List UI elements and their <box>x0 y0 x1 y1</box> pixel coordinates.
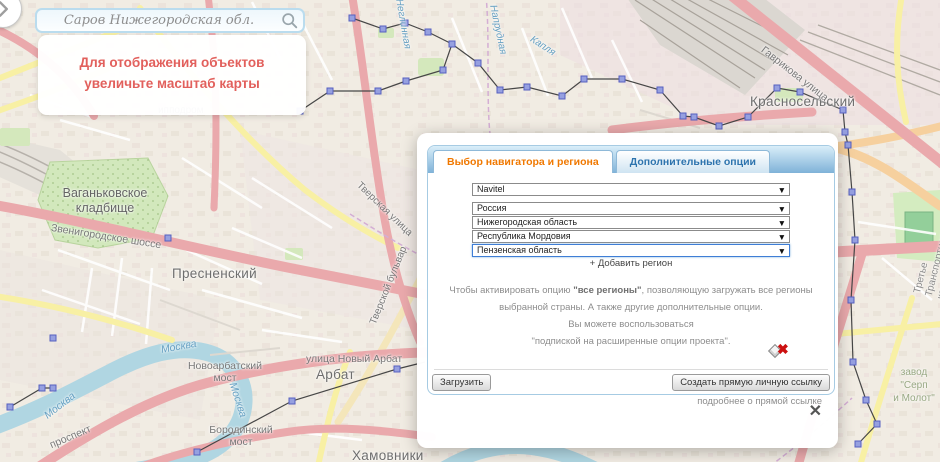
close-icon[interactable]: ✕ <box>809 404 822 420</box>
select-region-3-value: Пензенская область <box>477 245 562 255</box>
info-line-1: Чтобы активировать опцию "все регионы", … <box>438 285 824 296</box>
search-box <box>35 8 305 33</box>
dialog-separator <box>434 369 828 370</box>
select-region-2[interactable]: Республика Мордовия ▼ <box>472 230 790 243</box>
tab-navigator-region[interactable]: Выбор навигатора и региона <box>433 150 613 173</box>
dropdown-arrow-icon: ▼ <box>778 218 786 228</box>
region-selects: Navitel ▼ Россия ▼ Нижегородская область… <box>428 183 834 258</box>
dropdown-arrow-icon: ▼ <box>778 204 786 214</box>
select-region-2-value: Республика Мордовия <box>477 231 571 241</box>
download-dialog: Выбор навигатора и региона Дополнительны… <box>417 133 838 448</box>
dropdown-arrow-icon: ▼ <box>778 185 786 195</box>
dropdown-arrow-icon: ▼ <box>778 246 786 256</box>
select-country-value: Россия <box>477 203 507 213</box>
search-input[interactable] <box>41 10 277 31</box>
search-icon[interactable] <box>281 12 298 29</box>
select-country[interactable]: Россия ▼ <box>472 202 790 215</box>
direct-link-details-link[interactable]: подробнее о прямой ссылке <box>697 396 822 407</box>
info-line1-bold: "все регионы" <box>573 285 641 296</box>
info-line-4: "подпиской на расширенные опции проекта"… <box>438 336 824 347</box>
info-line-3: Вы можете воспользоваться <box>438 319 824 330</box>
zoom-notice-line2: увеличьте масштаб карты <box>38 73 306 94</box>
create-link-button[interactable]: Создать прямую личную ссылку <box>672 374 830 391</box>
select-region-1-value: Нижегородская область <box>477 217 577 227</box>
info-line1-prefix: Чтобы активировать опцию <box>449 285 573 296</box>
dialog-tabbar: Выбор навигатора и региона Дополнительны… <box>428 146 834 173</box>
map-app: Красносельский Гаврикова улица Ваганьков… <box>0 0 940 462</box>
select-region-1[interactable]: Нижегородская область ▼ <box>472 216 790 229</box>
info-line-2: выбранной страны. А также другие дополни… <box>438 302 824 313</box>
select-navigator-value: Navitel <box>477 184 505 194</box>
dialog-buttons: Загрузить Создать прямую личную ссылку <box>432 374 830 391</box>
broken-image-icon: ✖ <box>769 340 795 364</box>
dialog-info-text: Чтобы активировать опцию "все регионы", … <box>438 285 824 353</box>
select-navigator[interactable]: Navitel ▼ <box>472 183 790 196</box>
add-region-link[interactable]: + Добавить регион <box>428 258 834 269</box>
select-region-3[interactable]: Пензенская область ▼ <box>472 244 790 257</box>
info-line1-suffix: , позволяющую загружать все регионы <box>642 285 813 296</box>
panel-expand-button[interactable] <box>0 0 22 28</box>
tab-extra-options[interactable]: Дополнительные опции <box>616 150 770 173</box>
chevron-right-icon <box>0 0 21 27</box>
broken-image-red-x: ✖ <box>777 341 789 357</box>
zoom-notice-line1: Для отображения объектов <box>38 52 306 73</box>
zoom-notice: Для отображения объектов увеличьте масшт… <box>38 35 306 115</box>
dropdown-arrow-icon: ▼ <box>778 232 786 242</box>
download-button[interactable]: Загрузить <box>432 374 491 391</box>
